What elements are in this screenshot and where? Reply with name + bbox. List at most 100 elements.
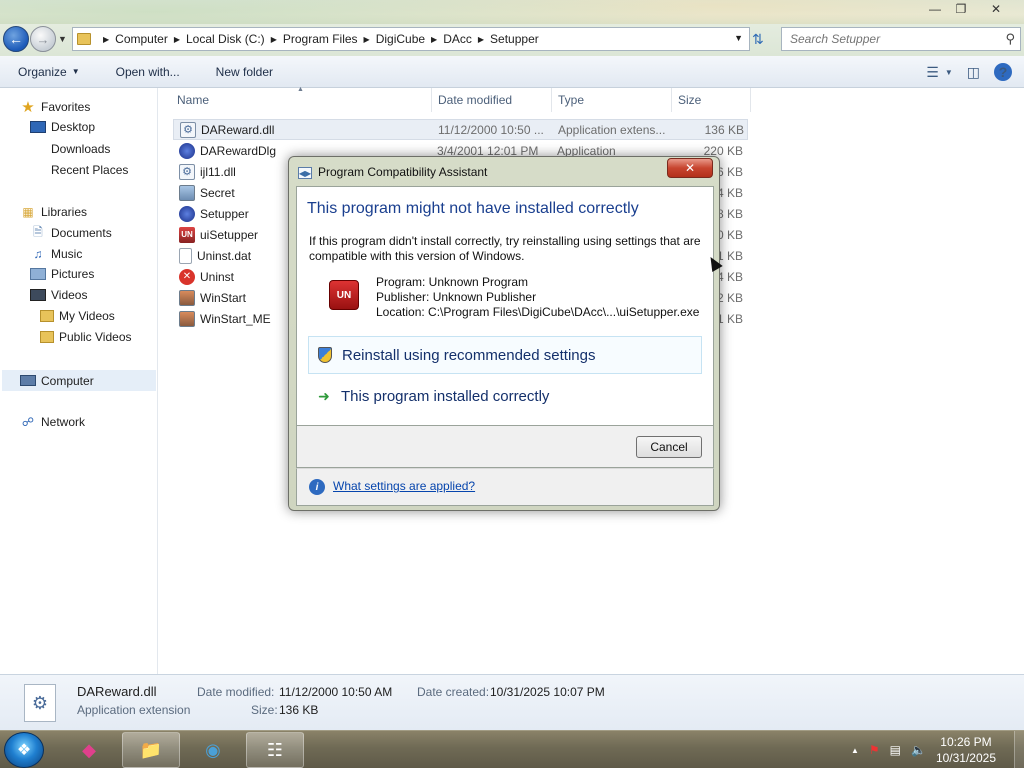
maximize-button[interactable]: ❐ bbox=[948, 0, 974, 18]
new-folder-button[interactable]: New folder bbox=[216, 65, 273, 79]
close-window-button[interactable]: ✕ bbox=[974, 0, 1018, 18]
organize-menu[interactable]: Organize ▼ bbox=[18, 65, 80, 79]
open-with-button[interactable]: Open with... bbox=[116, 65, 180, 79]
dialog-close-button[interactable]: ✕ bbox=[667, 158, 713, 178]
column-header-name[interactable]: Name bbox=[177, 93, 209, 107]
chevron-right-icon[interactable]: ▶ bbox=[431, 35, 437, 44]
nav-downloads[interactable]: Downloads bbox=[30, 141, 110, 157]
start-button[interactable]: ❖ bbox=[4, 732, 44, 768]
breadcrumb-digicube[interactable]: DigiCube bbox=[376, 32, 425, 46]
dialog-button-bar: Cancel bbox=[296, 426, 714, 468]
chevron-down-icon[interactable]: ▼ bbox=[734, 33, 743, 43]
desktop-icon bbox=[30, 121, 46, 133]
close-icon: ✕ bbox=[684, 161, 696, 175]
image-icon bbox=[179, 310, 195, 327]
option-label: Reinstall using recommended settings bbox=[342, 346, 596, 364]
nav-my-videos[interactable]: My Videos bbox=[40, 309, 115, 323]
view-options-icon[interactable]: ☰ bbox=[926, 64, 939, 81]
dll-icon: ⚙ bbox=[24, 684, 56, 722]
column-header-type[interactable]: Type bbox=[558, 93, 584, 107]
reinstall-recommended-option[interactable]: Reinstall using recommended settings bbox=[308, 336, 702, 374]
chevron-down-icon[interactable]: ▼ bbox=[945, 68, 953, 77]
refresh-icon: ⇅ bbox=[752, 31, 764, 47]
recent-places-icon bbox=[30, 162, 46, 178]
taskbar-app-installer[interactable]: ◉ bbox=[184, 732, 242, 768]
help-icon[interactable]: ? bbox=[994, 63, 1012, 81]
chevron-right-icon[interactable]: ▶ bbox=[364, 35, 370, 44]
dll-icon: ⚙ bbox=[180, 121, 196, 138]
nav-videos[interactable]: Videos bbox=[30, 288, 87, 302]
clock[interactable]: 10:26 PM 10/31/2025 bbox=[936, 734, 996, 766]
nav-music[interactable]: ♫ Music bbox=[30, 246, 83, 262]
app-globe-icon bbox=[179, 142, 195, 159]
breadcrumb-computer[interactable]: Computer bbox=[115, 32, 168, 46]
clock-date: 10/31/2025 bbox=[935, 751, 996, 765]
show-desktop-button[interactable] bbox=[1014, 731, 1024, 768]
refresh-button[interactable]: ⇅ bbox=[752, 31, 772, 49]
column-divider[interactable] bbox=[750, 88, 751, 112]
nav-label: Videos bbox=[51, 288, 88, 302]
nav-public-videos[interactable]: Public Videos bbox=[40, 330, 132, 344]
documents-icon: 🗎 bbox=[33, 224, 43, 239]
network-status-icon[interactable]: ▤ bbox=[890, 743, 901, 757]
taskbar-app-assistant[interactable]: ☷ bbox=[246, 732, 304, 768]
file-row[interactable]: ⚙ DAReward.dll 11/12/2000 10:50 ... Appl… bbox=[173, 119, 748, 140]
settings-applied-link[interactable]: What settings are applied? bbox=[333, 479, 475, 493]
volume-muted-icon[interactable]: 🔈 bbox=[911, 743, 926, 757]
clock-time: 10:26 PM bbox=[940, 735, 992, 749]
pink-gem-icon: ◆ bbox=[82, 739, 96, 760]
chevron-right-icon[interactable]: ▶ bbox=[103, 35, 109, 44]
nav-documents[interactable]: 🗎 Documents bbox=[30, 225, 112, 241]
column-divider[interactable] bbox=[431, 88, 432, 112]
address-bar-row: ← → ▼ ▶ Computer ▶ Local Disk (C:) ▶ Pro… bbox=[0, 24, 1024, 56]
breadcrumb-dacc[interactable]: DAcc bbox=[443, 32, 472, 46]
installed-correctly-option[interactable]: ➜ This program installed correctly bbox=[308, 377, 702, 415]
column-header-size[interactable]: Size bbox=[678, 93, 701, 107]
search-box[interactable]: ⚲ bbox=[781, 27, 1021, 51]
chevron-right-icon[interactable]: ▶ bbox=[478, 35, 484, 44]
nav-recent-places[interactable]: Recent Places bbox=[30, 162, 128, 178]
nav-computer[interactable]: Computer bbox=[2, 370, 156, 391]
column-divider[interactable] bbox=[671, 88, 672, 112]
nav-label: Favorites bbox=[41, 100, 91, 114]
search-icon[interactable]: ⚲ bbox=[1005, 31, 1015, 47]
nav-favorites[interactable]: ★ Favorites bbox=[20, 99, 91, 116]
breadcrumb-setupper[interactable]: Setupper bbox=[490, 32, 539, 46]
nav-network[interactable]: ☍ Network bbox=[20, 414, 85, 430]
details-pane: ⚙ DAReward.dll Application extension Dat… bbox=[0, 674, 1024, 730]
windows-logo-icon: ❖ bbox=[16, 742, 32, 759]
nav-pictures[interactable]: Pictures bbox=[30, 267, 94, 281]
details-date-created: 10/31/2025 10:07 PM bbox=[490, 685, 605, 699]
computer-icon bbox=[20, 375, 36, 386]
column-divider[interactable] bbox=[551, 88, 552, 112]
preview-pane-icon[interactable]: ◫ bbox=[967, 64, 980, 81]
search-input[interactable] bbox=[790, 32, 990, 46]
back-button[interactable]: ← bbox=[3, 26, 29, 52]
taskbar-app-gem[interactable]: ◆ bbox=[60, 732, 118, 768]
action-center-icon[interactable]: ⚑ bbox=[869, 743, 880, 757]
nav-libraries[interactable]: ▦ Libraries bbox=[20, 204, 87, 220]
forward-button[interactable]: → bbox=[30, 26, 56, 52]
tray-expand-icon[interactable]: ▲ bbox=[851, 746, 859, 755]
sort-arrow-icon: ▲ bbox=[297, 86, 304, 93]
chevron-right-icon[interactable]: ▶ bbox=[271, 35, 277, 44]
file-size: 136 KB bbox=[704, 122, 744, 137]
nav-label: Libraries bbox=[41, 205, 88, 219]
breadcrumb-local-disk[interactable]: Local Disk (C:) bbox=[186, 32, 265, 46]
breadcrumb[interactable]: ▶ Computer ▶ Local Disk (C:) ▶ Program F… bbox=[72, 27, 750, 51]
nav-desktop[interactable]: Desktop bbox=[30, 120, 95, 134]
nav-label: Desktop bbox=[51, 120, 96, 134]
folder-icon bbox=[40, 310, 54, 322]
info-icon: i bbox=[309, 479, 325, 495]
details-file-name: DAReward.dll bbox=[77, 684, 157, 699]
breadcrumb-program-files[interactable]: Program Files bbox=[283, 32, 358, 46]
taskbar-app-explorer[interactable]: 📁 bbox=[122, 732, 180, 768]
column-header-date[interactable]: Date modified bbox=[438, 93, 512, 107]
minimize-button[interactable]: — bbox=[922, 0, 948, 18]
recent-pages-dropdown[interactable]: ▼ bbox=[58, 34, 67, 44]
dialog-content: This program might not have installed co… bbox=[296, 186, 714, 426]
cancel-button[interactable]: Cancel bbox=[636, 436, 702, 458]
program-icon: UN bbox=[329, 280, 359, 310]
chevron-right-icon[interactable]: ▶ bbox=[174, 35, 180, 44]
nav-label: Downloads bbox=[51, 142, 111, 156]
